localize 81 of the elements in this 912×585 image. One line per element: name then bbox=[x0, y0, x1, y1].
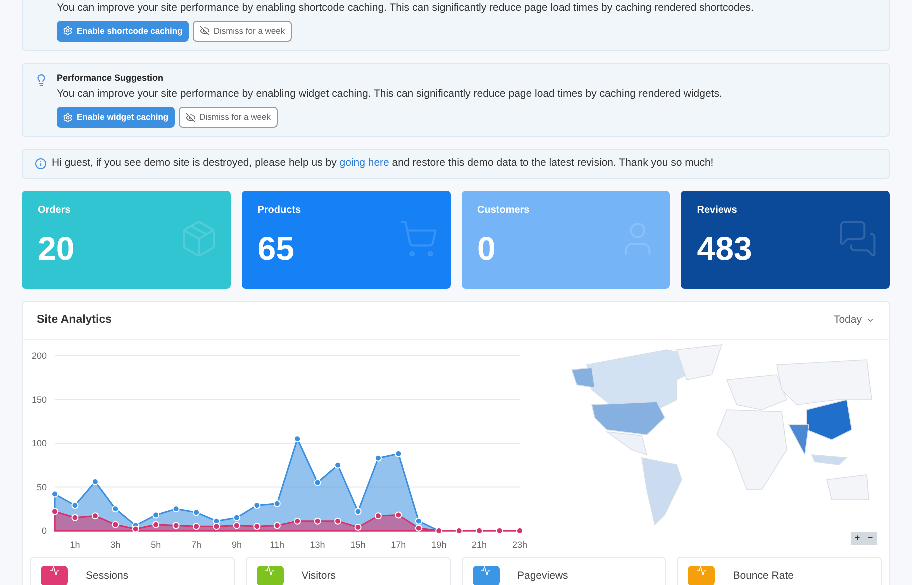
x-axis-label: 13h bbox=[310, 540, 326, 550]
data-point bbox=[354, 508, 362, 516]
hidden-eye-icon bbox=[186, 112, 196, 122]
suggestion-title: Performance Suggestion bbox=[57, 72, 165, 85]
data-point bbox=[294, 518, 302, 525]
y-axis-label: 0 bbox=[42, 526, 47, 536]
x-axis-label: 21h bbox=[472, 540, 488, 550]
stat-value: 483 bbox=[697, 229, 752, 269]
zoom-out-button[interactable]: − bbox=[864, 532, 877, 545]
data-point bbox=[254, 523, 261, 530]
lightbulb-icon bbox=[35, 74, 48, 87]
gear-icon bbox=[63, 112, 73, 122]
metric-label: Pageviews bbox=[518, 569, 568, 584]
x-axis-label: 15h bbox=[350, 540, 366, 550]
enable-caching-button[interactable]: Enable shortcode caching bbox=[57, 20, 189, 42]
x-axis-label: 3h bbox=[110, 540, 121, 550]
data-point bbox=[72, 514, 79, 522]
data-point bbox=[334, 462, 342, 469]
x-axis-label: 23h bbox=[512, 540, 528, 550]
data-point bbox=[274, 522, 281, 530]
data-point bbox=[152, 521, 160, 528]
data-point bbox=[152, 512, 160, 519]
data-point bbox=[374, 512, 382, 520]
x-axis-label: 5h bbox=[151, 540, 162, 550]
data-point bbox=[395, 450, 402, 458]
chat-bubbles-icon bbox=[838, 219, 878, 259]
suggestion-text: You can improve your site performance by enabling widget caching. This can significantly reduce page load times by caching rendered widgets. bbox=[57, 87, 724, 102]
range-dropdown[interactable]: Today bbox=[834, 312, 875, 328]
y-axis-label: 50 bbox=[36, 482, 47, 492]
x-axis-label: 11h bbox=[270, 540, 285, 550]
dismiss-button[interactable]: Dismiss for a week bbox=[178, 107, 278, 128]
data-point bbox=[172, 522, 180, 530]
stat-label: Reviews bbox=[697, 204, 738, 218]
data-point bbox=[92, 512, 99, 520]
y-axis-label: 200 bbox=[32, 351, 47, 361]
x-axis-label: 17h bbox=[391, 540, 406, 550]
zoom-in-button[interactable]: + bbox=[851, 532, 864, 545]
data-point bbox=[294, 436, 302, 443]
data-point bbox=[395, 512, 402, 519]
data-point bbox=[92, 478, 99, 486]
data-point bbox=[274, 500, 281, 508]
data-point bbox=[334, 518, 342, 525]
stat-label: Orders bbox=[38, 204, 72, 218]
x-axis-label: 9h bbox=[232, 540, 242, 550]
x-axis-label: 7h bbox=[192, 540, 202, 550]
data-point bbox=[254, 502, 261, 510]
alert-text: Hi guest, if you see demo site is destroyed, please help us by going here and restore this demo data to the latest revision. Thank you so much! bbox=[52, 156, 714, 172]
data-point bbox=[72, 502, 79, 510]
data-point bbox=[193, 509, 200, 516]
data-point bbox=[52, 508, 58, 516]
metric-label: Visitors bbox=[302, 569, 336, 584]
stat-label: Products bbox=[258, 204, 302, 218]
chevron-down-icon bbox=[866, 316, 875, 325]
stat-label: Customers bbox=[478, 204, 531, 218]
analytics-title: Site Analytics bbox=[37, 312, 112, 328]
cart-icon bbox=[398, 219, 438, 259]
metric-label: Sessions bbox=[86, 569, 129, 584]
data-point bbox=[314, 518, 322, 525]
stat-value: 20 bbox=[38, 229, 75, 269]
enable-caching-button[interactable]: Enable widget caching bbox=[57, 107, 175, 128]
info-icon bbox=[35, 158, 47, 170]
hidden-eye-icon bbox=[200, 26, 210, 36]
stat-value: 65 bbox=[258, 229, 294, 269]
gear-icon bbox=[63, 26, 73, 36]
suggestion-text: You can improve your site performance by enabling shortcode caching. This can significantly reduce page load times by caching rendered shortcodes. bbox=[57, 1, 755, 16]
stat-value: 0 bbox=[478, 229, 496, 269]
dismiss-button[interactable]: Dismiss for a week bbox=[192, 20, 292, 42]
data-point bbox=[112, 506, 120, 513]
x-axis-label: 19h bbox=[432, 540, 447, 550]
data-point bbox=[172, 506, 180, 513]
x-axis-label: 1h bbox=[70, 540, 80, 550]
y-axis-label: 150 bbox=[32, 394, 47, 405]
data-point bbox=[112, 521, 120, 528]
y-axis-label: 100 bbox=[32, 438, 47, 448]
going-here-link[interactable]: going here bbox=[340, 157, 390, 170]
data-point bbox=[354, 524, 362, 531]
data-point bbox=[314, 479, 322, 486]
metric-label: Bounce Rate bbox=[733, 569, 794, 584]
data-point bbox=[374, 454, 382, 462]
data-point bbox=[52, 490, 58, 498]
data-point bbox=[193, 523, 200, 530]
